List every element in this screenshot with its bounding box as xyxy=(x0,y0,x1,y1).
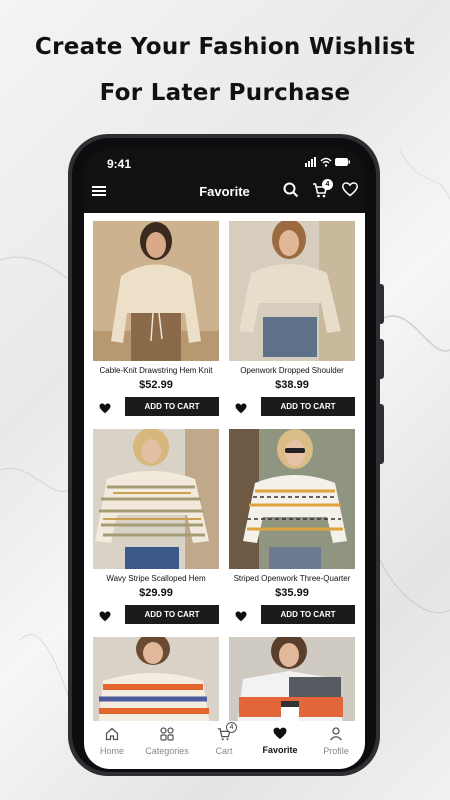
favorites-grid: Cable-Knit Drawstring Hem Knit $52.99 AD… xyxy=(84,213,365,721)
tab-label: Cart xyxy=(215,746,233,756)
phone-screen: 9:41 Favorite 4 Cable-Knit Drawstring He… xyxy=(84,149,365,769)
product-name: Cable-Knit Drawstring Hem Knit xyxy=(99,366,213,375)
product-image[interactable] xyxy=(93,637,219,721)
heart-icon[interactable] xyxy=(99,609,111,627)
heart-icon[interactable] xyxy=(235,609,247,627)
headline-line-2: For Later Purchase xyxy=(99,80,351,106)
categories-icon xyxy=(160,727,174,741)
status-bar: 9:41 xyxy=(84,149,365,179)
tab-label: Profile xyxy=(323,746,349,756)
product-card[interactable] xyxy=(229,637,355,721)
add-to-cart-button[interactable]: ADD TO CART xyxy=(125,605,219,624)
product-card[interactable]: Cable-Knit Drawstring Hem Knit $52.99 AD… xyxy=(93,221,219,417)
add-to-cart-button[interactable]: ADD TO CART xyxy=(261,605,355,624)
tab-label: Home xyxy=(99,746,124,756)
product-price: $29.99 xyxy=(139,587,173,599)
product-price: $38.99 xyxy=(275,379,309,391)
wishlist-heart-icon[interactable] xyxy=(342,182,358,202)
profile-icon xyxy=(330,727,342,741)
tab-home[interactable]: Home xyxy=(84,727,140,756)
add-to-cart-button[interactable]: ADD TO CART xyxy=(261,397,355,416)
cart-button[interactable]: 4 xyxy=(312,179,333,203)
heart-icon[interactable] xyxy=(235,401,247,419)
product-name: Wavy Stripe Scalloped Hem xyxy=(106,574,206,583)
add-to-cart-button[interactable]: ADD TO CART xyxy=(125,397,219,416)
cart-tab-badge: 4 xyxy=(226,722,237,733)
product-name: Openwork Dropped Shoulder xyxy=(240,366,344,375)
tab-cart[interactable]: 4 Cart xyxy=(196,722,252,756)
product-card[interactable]: Openwork Dropped Shoulder $38.99 ADD TO … xyxy=(229,221,355,417)
product-card[interactable]: Striped Openwork Three-Quarter $35.99 AD… xyxy=(229,429,355,625)
tab-label: Favorite xyxy=(262,745,298,755)
heart-icon[interactable] xyxy=(99,401,111,419)
product-image[interactable] xyxy=(229,429,355,569)
status-icons xyxy=(305,156,351,171)
tab-profile[interactable]: Profile xyxy=(308,727,364,756)
product-image[interactable] xyxy=(93,221,219,361)
search-icon[interactable] xyxy=(283,182,299,203)
app-bar: Favorite 4 xyxy=(84,177,365,211)
product-card[interactable]: Wavy Stripe Scalloped Hem $29.99 ADD TO … xyxy=(93,429,219,625)
tab-label: Categories xyxy=(145,746,189,756)
product-image[interactable] xyxy=(93,429,219,569)
product-card[interactable] xyxy=(93,637,219,721)
product-image[interactable] xyxy=(229,221,355,361)
product-price: $35.99 xyxy=(275,587,309,599)
home-icon xyxy=(105,727,119,741)
cart-count-badge: 4 xyxy=(322,179,333,190)
product-name: Striped Openwork Three-Quarter xyxy=(233,574,351,583)
bottom-tab-bar: Home Categories 4 Cart Favorite Profile xyxy=(84,721,365,769)
tab-favorite[interactable]: Favorite xyxy=(252,727,308,755)
heart-icon xyxy=(273,727,287,740)
status-time: 9:41 xyxy=(107,157,132,171)
tab-categories[interactable]: Categories xyxy=(139,727,195,756)
product-price: $52.99 xyxy=(139,379,173,391)
product-image[interactable] xyxy=(229,637,355,721)
headline-line-1: Create Your Fashion Wishlist xyxy=(34,34,416,60)
